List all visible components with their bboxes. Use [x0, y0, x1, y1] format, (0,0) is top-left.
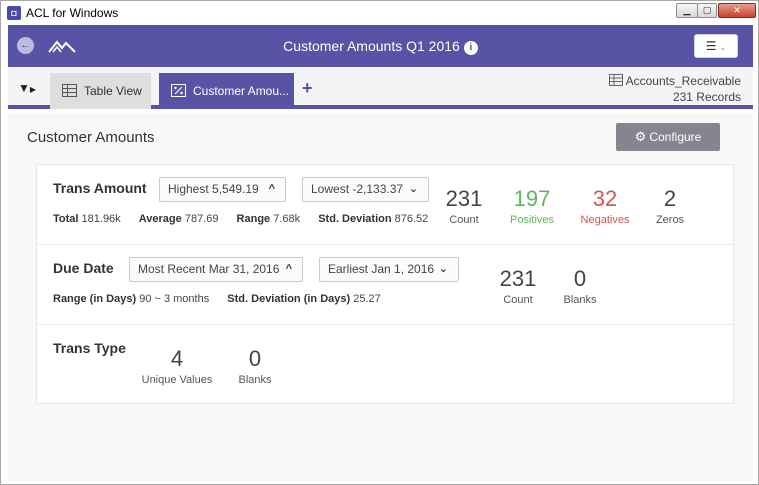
chevron-down-icon: ⌄: [719, 43, 727, 52]
filter-icon: ▼: [18, 81, 30, 95]
field-row-trans-type: Trans Type 4 Unique Values 0 Blanks: [37, 325, 733, 405]
metric-count: 231 Count: [429, 186, 499, 227]
dropdown-label: Most Recent Mar 31, 2016: [138, 262, 280, 276]
field-name: Trans Type: [53, 340, 126, 356]
add-tab-button[interactable]: +: [302, 78, 313, 99]
maximize-button[interactable]: ▢: [697, 3, 717, 18]
metric-value: 32: [592, 186, 618, 211]
configure-button[interactable]: ⚙ Configure: [616, 123, 720, 151]
app-header: ← Customer Amounts Q1 2016 i ☰ ⌄: [8, 25, 753, 67]
field-stats: Range (in Days) 90 ~ 3 months Std. Devia…: [53, 293, 396, 305]
page-title-text: Customer Amounts Q1 2016: [283, 38, 460, 54]
field-name: Trans Amount: [53, 180, 147, 196]
dropdown-label: Highest 5,549.19: [168, 182, 259, 196]
metric-label: Negatives: [580, 214, 630, 226]
chevron-down-icon: ⌄: [408, 183, 418, 195]
metric-label: Count: [503, 294, 533, 306]
metric-value: 0: [248, 346, 262, 371]
window-title: ACL for Windows: [26, 6, 119, 20]
stat-value: 876.52: [394, 213, 429, 225]
metric-label: Blanks: [563, 294, 597, 306]
metric-value: 231: [499, 266, 537, 291]
app-icon: ◘: [7, 6, 21, 20]
metric-count: 231 Count: [483, 266, 553, 307]
metric-value: 0: [573, 266, 587, 291]
metric-label: Zeros: [655, 214, 685, 226]
field-row-trans-amount: Trans Amount Highest 5,549.19 ^ Lowest -…: [37, 165, 733, 245]
field-summary-card: Trans Amount Highest 5,549.19 ^ Lowest -…: [36, 164, 734, 404]
metric-positives: 197 Positives: [497, 186, 567, 227]
table-info: Accounts_Receivable 231 Records: [608, 73, 741, 105]
lowest-dropdown[interactable]: Lowest -2,133.37 ⌄: [302, 177, 429, 202]
metric-blanks: 0 Blanks: [545, 266, 615, 307]
metric-negatives: 32 Negatives: [570, 186, 640, 227]
highest-dropdown[interactable]: Highest 5,549.19 ^: [159, 177, 286, 202]
stat-label: Range: [236, 213, 271, 225]
tab-label: Table View: [84, 84, 142, 98]
tab-label: Customer Amou...: [193, 84, 290, 98]
filter-button[interactable]: ▼▶: [18, 81, 36, 95]
configure-label: Configure: [649, 130, 702, 144]
metric-value: 197: [513, 186, 551, 211]
earliest-dropdown[interactable]: Earliest Jan 1, 2016 ⌄: [319, 257, 459, 282]
metric-value: 231: [445, 186, 483, 211]
dropdown-label: Lowest -2,133.37: [311, 182, 404, 196]
percent-icon: [171, 84, 186, 97]
tab-bar: ▼▶ Table View Customer Amou... + Account…: [8, 67, 753, 109]
metric-label: Blanks: [238, 374, 272, 386]
field-stats: Total 181.96k Average 787.69 Range 7.68k…: [53, 213, 443, 225]
chevron-up-icon: ^: [285, 263, 292, 275]
plus-icon: +: [302, 78, 313, 98]
record-count: 231 Records: [672, 90, 741, 104]
stat-label: Total: [53, 213, 79, 225]
stat-value: 7.68k: [273, 213, 301, 225]
metric-blanks: 0 Blanks: [220, 346, 290, 387]
main-content: Customer Amounts ⚙ Configure Trans Amount…: [8, 113, 753, 481]
tab-table-view[interactable]: Table View: [50, 73, 151, 109]
info-icon[interactable]: i: [463, 41, 478, 55]
close-button[interactable]: ✕: [718, 3, 756, 18]
minimize-button[interactable]: ▁: [676, 3, 698, 18]
stat-value: 90 ~ 3 months: [139, 293, 210, 305]
metric-label: Positives: [509, 214, 555, 226]
chevron-up-icon: ^: [268, 183, 275, 195]
app-window: ◘ ACL for Windows ▁ ▢ ✕ ← Customer Amoun…: [0, 0, 759, 485]
stat-value: 181.96k: [81, 213, 121, 225]
table-icon: [608, 74, 623, 86]
gear-icon: ⚙: [634, 129, 647, 144]
table-name: Accounts_Receivable: [625, 74, 741, 88]
stat-value: 787.69: [184, 213, 219, 225]
most-recent-dropdown[interactable]: Most Recent Mar 31, 2016 ^: [129, 257, 303, 282]
window-titlebar: ◘ ACL for Windows ▁ ▢ ✕: [1, 1, 758, 25]
stat-label: Std. Deviation (in Days): [227, 293, 351, 305]
chevron-right-icon: ▶: [29, 85, 37, 94]
field-row-due-date: Due Date Most Recent Mar 31, 2016 ^ Earl…: [37, 245, 733, 325]
page-title: Customer Amounts Q1 2016 i: [8, 38, 753, 55]
hamburger-icon: ☰: [705, 39, 717, 53]
chevron-down-icon: ⌄: [438, 263, 448, 275]
metric-value: 2: [663, 186, 677, 211]
stat-label: Average: [138, 213, 182, 225]
stat-label: Range (in Days): [53, 293, 137, 305]
metric-label: Count: [449, 214, 479, 226]
metric-value: 4: [170, 346, 184, 371]
stat-label: Std. Deviation: [318, 213, 392, 225]
tab-customer-amounts[interactable]: Customer Amou...: [159, 73, 294, 109]
dropdown-label: Earliest Jan 1, 2016: [328, 262, 435, 276]
metric-zeros: 2 Zeros: [635, 186, 705, 227]
menu-button[interactable]: ☰ ⌄: [694, 34, 738, 58]
metric-label: Unique Values: [141, 374, 213, 386]
table-icon: [62, 84, 77, 97]
stat-value: 25.27: [353, 293, 381, 305]
field-name: Due Date: [53, 260, 114, 276]
section-title: Customer Amounts: [27, 129, 155, 146]
metric-unique-values: 4 Unique Values: [137, 346, 217, 387]
